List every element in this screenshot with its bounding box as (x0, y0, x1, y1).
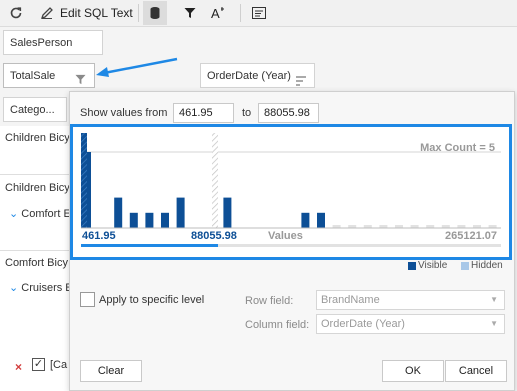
cancel-button[interactable]: Cancel (445, 360, 507, 382)
axis-title: Values (268, 230, 303, 242)
to-value-input[interactable]: 88055.98 (258, 103, 319, 123)
ok-button[interactable]: OK (382, 360, 444, 382)
column-field-label: Column field: (245, 319, 310, 331)
histogram-bar (317, 212, 325, 228)
column-field-select[interactable]: OrderDate (Year) ▼ (316, 314, 505, 334)
show-values-from-label: Show values from (80, 107, 168, 119)
axis-selected-max-label: 88055.98 (191, 230, 237, 242)
legend-visible-label: Visible (418, 260, 448, 271)
field-orderdate-label: OrderDate (Year) (207, 70, 291, 82)
dropdown-arrow-icon: ▼ (490, 319, 498, 328)
field-salesperson[interactable]: SalesPerson (3, 30, 103, 55)
histogram-bar (223, 197, 232, 228)
to-label: to (242, 107, 252, 119)
field-totalsale-label: TotalSale (10, 70, 56, 82)
remove-icon[interactable]: × (15, 360, 22, 374)
histogram-bar (114, 197, 123, 228)
row-divider (0, 250, 69, 251)
legend-visible-swatch (408, 262, 416, 270)
edit-sql-button[interactable]: Edit SQL Text (60, 6, 133, 20)
row-header-comfort-expand[interactable]: ⌄ Comfort E (9, 207, 71, 220)
level-checkbox[interactable]: ✓ (32, 358, 45, 371)
histogram-bar (129, 212, 138, 228)
level-checkbox-label: [Ca (50, 359, 68, 371)
toolbar: Edit SQL Text A (0, 0, 517, 27)
row-field-label: Row field: (245, 295, 294, 307)
row-header-cruisers-expand[interactable]: ⌄ Cruisers E (9, 281, 73, 294)
apply-level-label: Apply to specific level (99, 294, 205, 306)
histogram-bar (176, 197, 185, 228)
axis-max-label: 265121.07 (445, 230, 497, 242)
checkmark-icon: ✓ (33, 358, 44, 370)
column-field-value: OrderDate (Year) (321, 318, 405, 330)
histogram-bar (161, 212, 169, 228)
histogram-bars (83, 152, 497, 228)
filter-icon[interactable] (181, 4, 199, 22)
field-salesperson-label: SalesPerson (10, 37, 73, 49)
apply-level-checkbox[interactable] (80, 292, 95, 307)
database-icon (146, 4, 164, 22)
toolbar-separator (138, 4, 139, 22)
row-header-comfort-bicycles[interactable]: Comfort Bicy (5, 257, 68, 269)
field-totalsale[interactable]: TotalSale (3, 63, 95, 88)
dropdown-arrow-icon: ▼ (490, 295, 498, 304)
row-field-select[interactable]: BrandName ▼ (316, 290, 505, 310)
range-handle-left[interactable] (81, 133, 87, 228)
refresh-icon[interactable] (7, 4, 25, 22)
sort-icon[interactable] (296, 71, 306, 87)
filter-icon[interactable] (75, 70, 86, 87)
row-header-comfort-label: Comfort E (21, 208, 71, 220)
axis-min-label: 461.95 (82, 230, 116, 242)
histogram-chart[interactable]: Max Count = 5 461.95 88055.98 Values 265… (73, 127, 509, 257)
field-category-label: Catego... (10, 104, 55, 116)
legend-hidden-label: Hidden (471, 260, 503, 271)
row-header-children-bicycles-2[interactable]: Children Bicy (5, 182, 70, 194)
histogram-panel[interactable]: Max Count = 5 461.95 88055.98 Values 265… (70, 124, 512, 260)
max-count-label: Max Count = 5 (420, 142, 495, 154)
field-orderdate[interactable]: OrderDate (Year) (200, 63, 315, 88)
range-selection[interactable] (81, 244, 218, 247)
row-header-children-bicycles[interactable]: Children Bicy (5, 132, 70, 144)
row-header-cruisers-label: Cruisers E (21, 282, 73, 294)
from-value-input[interactable]: 461.95 (173, 103, 234, 123)
toolbar-separator (240, 4, 241, 22)
histogram-bar (145, 212, 154, 228)
legend-hidden-swatch (461, 262, 469, 270)
field-category[interactable]: Catego... (3, 97, 67, 122)
annotation-arrow (96, 57, 178, 77)
clear-button[interactable]: Clear (80, 360, 142, 382)
layout-icon[interactable] (250, 4, 268, 22)
row-divider (0, 174, 69, 175)
chevron-down-icon: ⌄ (9, 282, 19, 294)
svg-text:A: A (211, 6, 220, 20)
range-handle-right[interactable] (212, 133, 218, 228)
histogram-bar (301, 212, 310, 228)
font-format-icon[interactable]: A (210, 4, 228, 22)
chevron-down-icon: ⌄ (9, 208, 19, 220)
edit-sql-icon[interactable] (38, 4, 56, 22)
row-field-value: BrandName (321, 294, 380, 306)
